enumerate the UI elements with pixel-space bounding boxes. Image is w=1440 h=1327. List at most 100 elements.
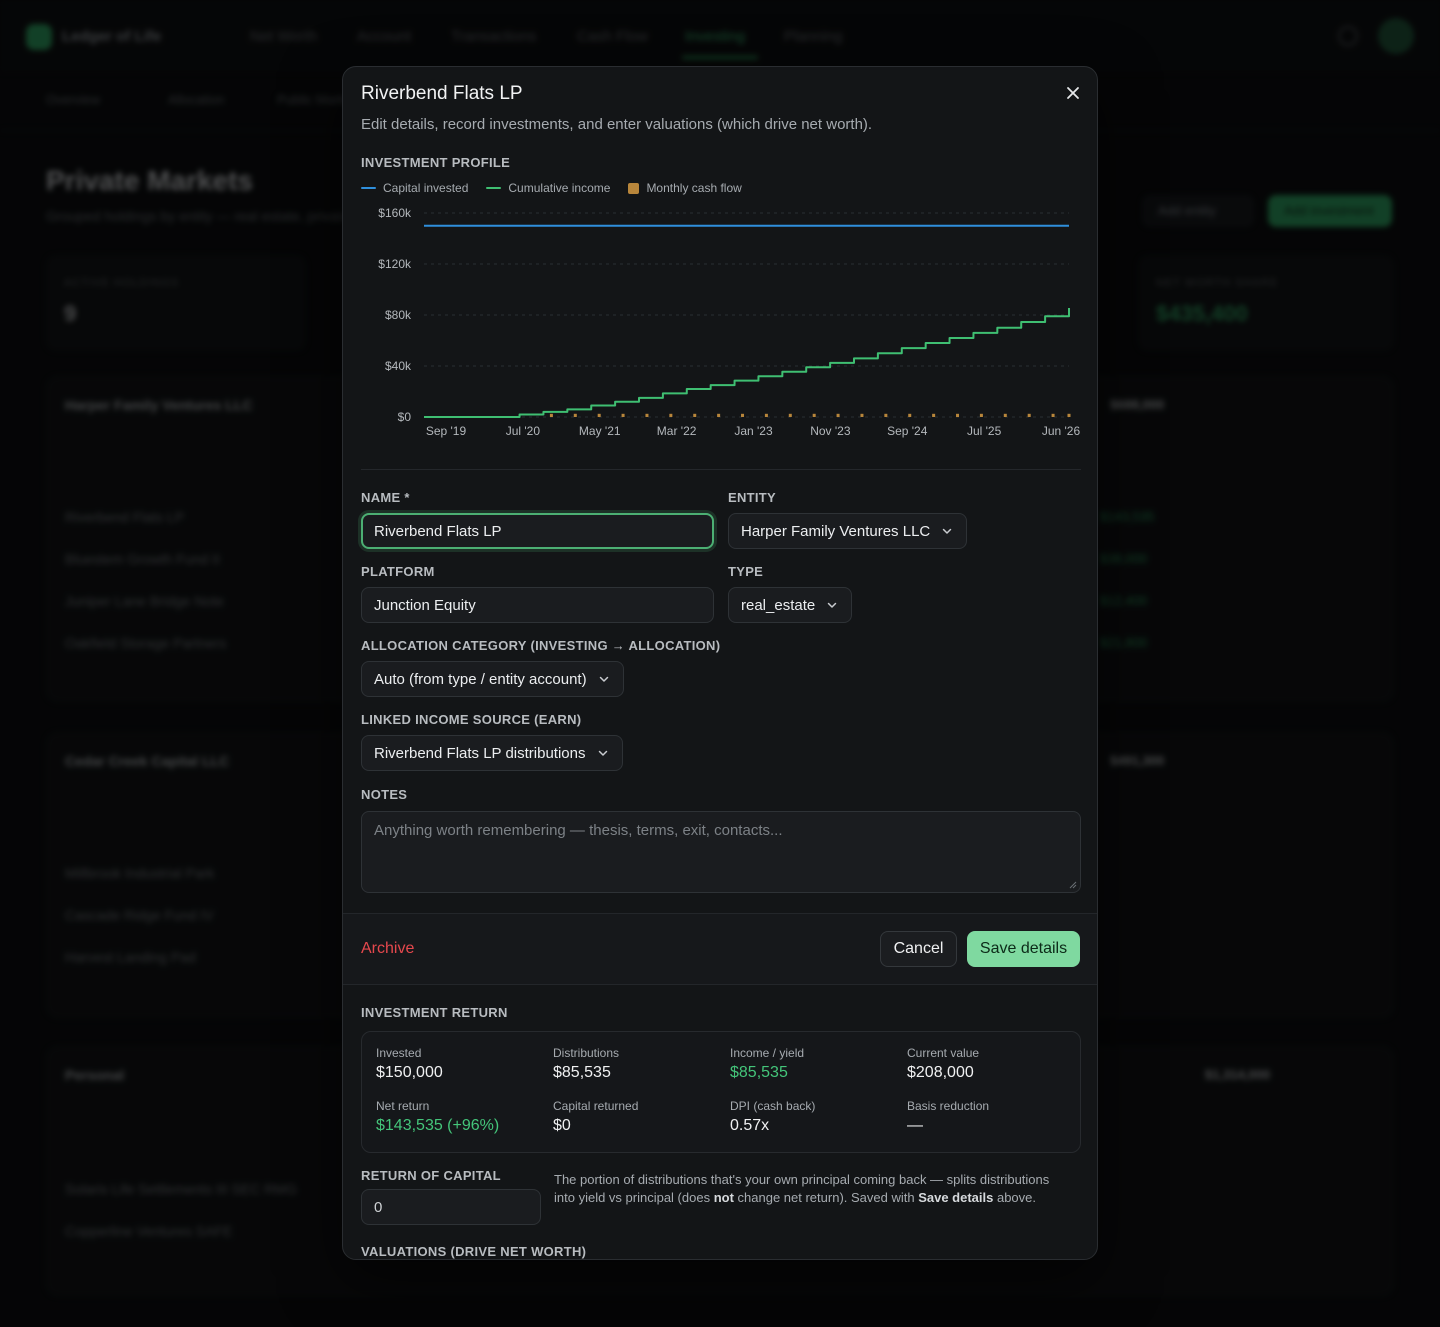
income-source-value: Riverbend Flats LP distributions <box>374 744 586 762</box>
entity-select[interactable]: Harper Family Ventures LLC <box>728 513 968 549</box>
investment-return-card: Invested $150,000 Distributions $85,535 … <box>361 1031 1081 1153</box>
name-input[interactable] <box>361 513 714 549</box>
cash-flow-bar <box>836 413 840 417</box>
stat-label: DPI (cash back) <box>730 1099 816 1113</box>
section-divider <box>361 469 1081 470</box>
current-value-stat: Current value $208,000 <box>907 1046 979 1082</box>
stat-label: Basis reduction <box>907 1099 990 1113</box>
cash-flow-bar <box>788 413 792 417</box>
stat-value: — <box>907 1117 923 1134</box>
cash-flow-bar <box>979 413 983 417</box>
cash-flow-bar <box>812 413 816 417</box>
modal-footer: Archive Cancel Save details <box>343 913 1097 985</box>
app-root: Ledger of Life Net Worth Account Transac… <box>0 0 1440 1327</box>
cash-flow-bar <box>597 413 601 417</box>
cash-flow-bar <box>932 413 936 417</box>
platform-input[interactable] <box>361 587 714 623</box>
net-return-stat: Net return $143,535 (+96%) <box>376 1099 499 1135</box>
cash-flow-bar <box>860 413 864 417</box>
invested-stat: Invested $150,000 <box>376 1046 443 1082</box>
allocation-label: ALLOCATION CATEGORY (INVESTING → ALLOCAT… <box>361 638 721 653</box>
stat-value: $143,535 (+96%) <box>376 1117 500 1134</box>
modal-title: Riverbend Flats LP <box>361 83 523 104</box>
cash-flow-bar <box>956 413 960 417</box>
edit-investment-modal: Riverbend Flats LP Edit details, record … <box>342 66 1098 1260</box>
help-text: above. <box>993 1190 1037 1205</box>
x-tick-label: Jul '20 <box>506 424 541 438</box>
cash-flow-bar <box>884 413 888 417</box>
cash-flow-bar <box>621 413 625 417</box>
income-yield-stat: Income / yield $85,535 <box>730 1046 804 1082</box>
stat-value: $0 <box>553 1117 571 1134</box>
cancel-button[interactable]: Cancel <box>880 931 957 967</box>
x-tick-label: Jan '23 <box>734 424 773 438</box>
income-source-label: LINKED INCOME SOURCE (EARN) <box>361 712 582 727</box>
resize-handle-icon[interactable] <box>1069 881 1077 889</box>
cash-flow-bar <box>573 413 577 417</box>
return-of-capital-help: The portion of distributions that's your… <box>554 1171 1064 1207</box>
notes-textarea[interactable]: Anything worth remembering — thesis, ter… <box>361 811 1081 893</box>
cash-flow-bar <box>908 413 912 417</box>
close-button[interactable] <box>1061 81 1085 105</box>
allocation-value: Auto (from type / entity account) <box>374 670 587 688</box>
type-label: TYPE <box>728 564 764 579</box>
x-tick-label: Mar '22 <box>657 424 697 438</box>
valuations-label: VALUATIONS (DRIVE NET WORTH) <box>361 1244 587 1259</box>
x-tick-label: Sep '19 <box>426 424 467 438</box>
investment-return-label: INVESTMENT RETURN <box>361 1005 508 1020</box>
archive-button[interactable]: Archive <box>361 940 414 958</box>
stat-label: Distributions <box>553 1046 620 1060</box>
cumulative-income-line <box>424 307 1070 418</box>
stat-label: Capital returned <box>553 1099 639 1113</box>
cash-flow-bar <box>741 413 745 417</box>
income-source-select[interactable]: Riverbend Flats LP distributions <box>361 735 623 771</box>
stat-label: Invested <box>376 1046 422 1060</box>
type-value: real_estate <box>741 596 816 614</box>
chevron-down-icon <box>943 528 952 534</box>
stat-value: $85,535 <box>730 1064 788 1081</box>
x-tick-label: Jul '25 <box>967 424 1002 438</box>
cash-flow-bar <box>1067 413 1071 417</box>
platform-label: PLATFORM <box>361 564 435 579</box>
legend-item-capital: Capital invested <box>361 181 468 195</box>
investment-profile-label: INVESTMENT PROFILE <box>361 155 511 170</box>
cash-flow-bar <box>1051 413 1055 417</box>
chart-legend: Capital invested Cumulative income Month… <box>361 181 742 195</box>
save-details-button[interactable]: Save details <box>967 931 1080 967</box>
cash-flow-bar <box>549 413 553 417</box>
basis-reduction-stat: Basis reduction — <box>907 1099 989 1135</box>
chevron-down-icon <box>827 602 837 608</box>
cash-flow-bar <box>717 413 721 417</box>
help-emphasis: not <box>713 1190 734 1205</box>
cash-flow-bar <box>669 413 673 417</box>
chevron-down-icon <box>599 676 608 682</box>
return-of-capital-input[interactable] <box>361 1189 541 1225</box>
y-tick-label: $0 <box>398 410 412 424</box>
capital-returned-stat: Capital returned $0 <box>553 1099 638 1135</box>
x-tick-label: Sep '24 <box>887 424 928 438</box>
y-tick-label: $80k <box>385 308 412 322</box>
help-emphasis: Save details <box>918 1190 994 1205</box>
help-text: change net return). Saved with <box>733 1190 919 1205</box>
x-tick-label: Nov '23 <box>810 424 851 438</box>
dpi-stat: DPI (cash back) 0.57x <box>730 1099 815 1135</box>
modal-description: Edit details, record investments, and en… <box>361 116 873 133</box>
cash-flow-bar <box>693 413 697 417</box>
type-select[interactable]: real_estate <box>728 587 853 623</box>
y-tick-label: $40k <box>385 359 412 373</box>
cash-flow-bar <box>764 413 768 417</box>
legend-label: Capital invested <box>383 181 469 195</box>
legend-label: Monthly cash flow <box>646 181 742 195</box>
notes-label: NOTES <box>361 787 408 802</box>
allocation-select[interactable]: Auto (from type / entity account) <box>361 661 624 697</box>
stat-value: $150,000 <box>376 1064 443 1081</box>
stat-label: Income / yield <box>730 1046 805 1060</box>
legend-item-income: Cumulative income <box>486 181 610 195</box>
stat-label: Current value <box>907 1046 980 1060</box>
name-label: NAME * <box>361 490 410 505</box>
legend-swatch <box>361 187 376 189</box>
stat-value: $85,535 <box>553 1064 611 1081</box>
cash-flow-bar <box>1003 413 1007 417</box>
x-tick-label: May '21 <box>579 424 621 438</box>
legend-item-cash-flow: Monthly cash flow <box>628 181 742 195</box>
